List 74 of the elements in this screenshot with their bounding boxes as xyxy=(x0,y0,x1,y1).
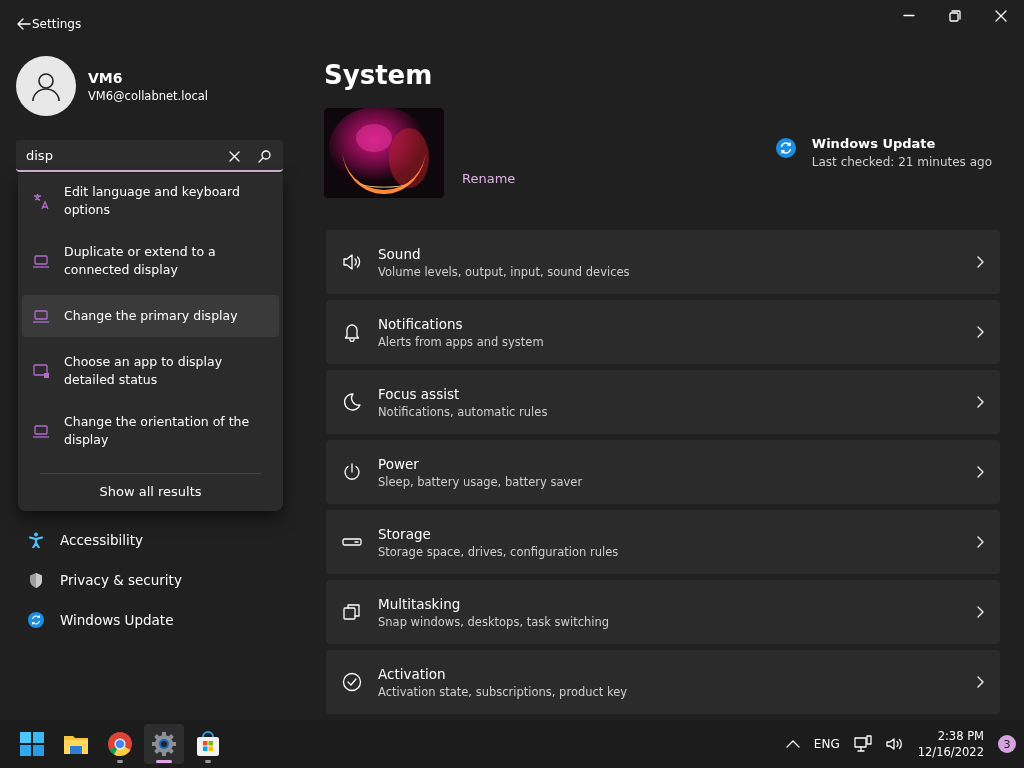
card-title: Focus assist xyxy=(378,385,461,402)
card-description: Alerts from apps and system xyxy=(378,334,545,349)
sidebar-item[interactable]: Windows Update xyxy=(20,602,300,638)
card-title: Sound xyxy=(378,245,422,262)
moon-icon xyxy=(342,392,362,412)
chevron-right-icon xyxy=(976,466,984,478)
chevron-right-icon xyxy=(976,396,984,408)
card-description: Sleep, battery usage, battery saver xyxy=(378,474,584,489)
card-description: Activation state, subscriptions, product key xyxy=(378,684,629,699)
speaker-icon xyxy=(342,252,362,272)
update-title[interactable]: Windows Update xyxy=(811,136,992,151)
close-icon[interactable] xyxy=(995,10,1007,22)
card-description: Snap windows, desktops, task switching xyxy=(378,614,611,629)
chevron-up-icon[interactable] xyxy=(785,739,800,749)
bell-icon xyxy=(342,322,362,342)
laptop-icon xyxy=(32,252,50,270)
search-result[interactable]: Change the primary display xyxy=(22,295,279,337)
chevron-right-icon xyxy=(976,326,984,338)
update-status: Last checked: 21 minutes ago xyxy=(811,155,992,169)
back-arrow-icon[interactable] xyxy=(16,16,32,32)
chevron-right-icon xyxy=(976,676,984,688)
card-description: Notifications, automatic rules xyxy=(378,404,549,419)
search-result[interactable]: Choose an app to display detailed status xyxy=(22,347,279,395)
laptop-icon xyxy=(32,307,50,325)
store-bag-icon[interactable] xyxy=(194,730,222,758)
restore-icon[interactable] xyxy=(949,10,961,22)
shield-icon xyxy=(28,572,44,588)
notification-badge[interactable]: 3 xyxy=(998,735,1016,753)
chevron-right-icon xyxy=(976,536,984,548)
start-icon[interactable] xyxy=(18,730,46,758)
language-indicator[interactable]: ENG xyxy=(813,737,840,751)
card-description: Storage space, drives, configuration rules xyxy=(378,544,620,559)
window-title: Settings xyxy=(32,17,82,31)
settings-card[interactable]: Multitasking Snap windows, desktops, task switching xyxy=(326,580,1000,644)
settings-card[interactable]: Storage Storage space, drives, configuration rules xyxy=(326,510,1000,574)
gear-icon[interactable] xyxy=(150,730,178,758)
settings-card[interactable]: Activation Activation state, subscriptions, product key xyxy=(326,650,1000,714)
network-icon[interactable] xyxy=(853,735,872,753)
windows-stack-icon xyxy=(342,602,362,622)
show-all-results-button[interactable]: Show all results xyxy=(87,478,214,505)
person-icon xyxy=(30,70,62,102)
clock[interactable]: 2:38 PM 12/16/2022 xyxy=(917,728,984,760)
check-circle-icon xyxy=(342,672,362,692)
settings-card[interactable]: Notifications Alerts from apps and system xyxy=(326,300,1000,364)
clear-icon[interactable] xyxy=(228,150,240,162)
sync-icon[interactable] xyxy=(775,138,796,158)
laptop-icon xyxy=(32,422,50,440)
sidebar-item[interactable]: Accessibility xyxy=(20,522,300,558)
browser-icon[interactable] xyxy=(106,730,134,758)
settings-card[interactable]: Sound Volume levels, output, input, sound devices xyxy=(326,230,1000,294)
search-icon[interactable] xyxy=(257,149,271,163)
search-result[interactable]: Edit language and keyboard options xyxy=(22,177,279,225)
search-field[interactable]: disp xyxy=(16,140,283,172)
sidebar-item[interactable]: Privacy & security xyxy=(20,562,300,598)
card-title: Storage xyxy=(378,525,432,542)
translate-icon xyxy=(32,192,50,210)
search-result[interactable]: Change the orientation of the display xyxy=(22,407,279,455)
user-email: VM6@collabnet.local xyxy=(88,88,209,103)
power-icon xyxy=(342,462,362,482)
chevron-right-icon xyxy=(976,256,984,268)
card-title: Power xyxy=(378,455,420,472)
page-title: System xyxy=(324,60,434,90)
settings-card[interactable]: Focus assist Notifications, automatic rules xyxy=(326,370,1000,434)
card-description: Volume levels, output, input, sound devices xyxy=(378,264,631,279)
person-icon xyxy=(28,532,44,548)
user-name: VM6 xyxy=(88,69,124,86)
card-title: Activation xyxy=(378,665,447,682)
card-title: Notifications xyxy=(378,315,464,332)
chevron-right-icon xyxy=(976,606,984,618)
sync-icon xyxy=(28,612,44,628)
rename-link[interactable]: Rename xyxy=(462,171,516,186)
settings-card[interactable]: Power Sleep, battery usage, battery saver xyxy=(326,440,1000,504)
search-result[interactable]: Duplicate or extend to a connected display xyxy=(22,237,279,285)
card-title: Multitasking xyxy=(378,595,462,612)
